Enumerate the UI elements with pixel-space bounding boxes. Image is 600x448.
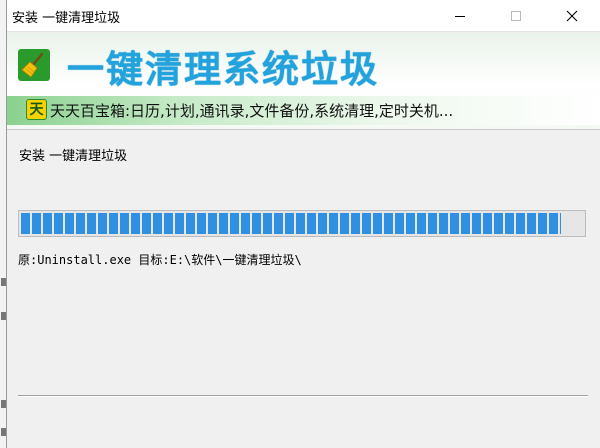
title-bar[interactable]: 安装 一键清理垃圾: [7, 0, 600, 32]
install-content: 安装 一键清理垃圾 原:Uninstall.exe 目标:E:\软件\一键清理垃…: [7, 131, 600, 448]
install-progress-bar: [18, 210, 586, 237]
banner-title: 一键清理系统垃圾: [67, 48, 379, 91]
window-title: 安装 一键清理垃圾: [12, 11, 121, 26]
progress-fill: [21, 213, 561, 234]
divider: [18, 395, 588, 397]
header-banner: 一键清理系统垃圾 天 天天百宝箱:日历,计划,通讯录,文件备份,系统清理,定时关…: [7, 33, 600, 130]
minimize-button[interactable]: [437, 0, 483, 32]
tian-icon: 天: [26, 99, 47, 120]
app-logo: [18, 49, 50, 81]
promo-text[interactable]: 天天百宝箱:日历,计划,通讯录,文件备份,系统清理,定时关机...: [50, 100, 453, 121]
broom-icon: [21, 52, 44, 78]
install-status-label: 安装 一键清理垃圾: [19, 149, 128, 164]
minimize-icon: [455, 15, 465, 17]
install-detail-text: 原:Uninstall.exe 目标:E:\软件\一键清理垃圾\: [18, 253, 302, 267]
close-icon: [566, 10, 578, 22]
close-button[interactable]: [549, 0, 595, 32]
installer-window: 安装 一键清理垃圾 一键清理系统垃圾 天 天天百宝箱:日历,计划,通讯录,文件备…: [6, 0, 600, 448]
promo-strip[interactable]: 天 天天百宝箱:日历,计划,通讯录,文件备份,系统清理,定时关机...: [7, 96, 600, 125]
maximize-icon: [511, 11, 521, 21]
maximize-button[interactable]: [493, 0, 539, 32]
